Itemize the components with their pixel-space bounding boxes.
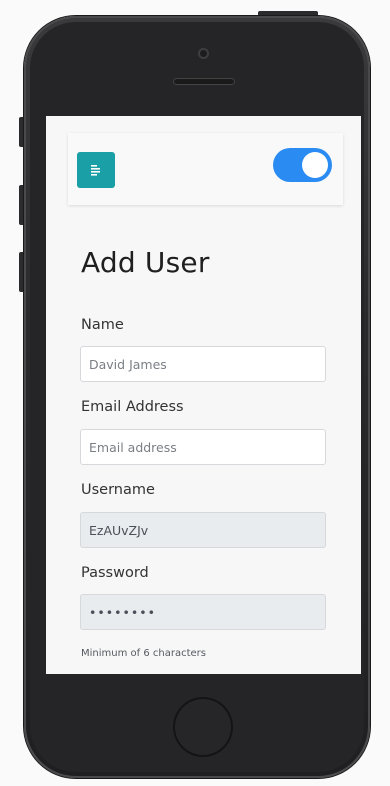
toggle-knob: [302, 152, 328, 178]
password-input[interactable]: [80, 594, 326, 630]
phone-speaker: [173, 78, 235, 85]
email-label: Email Address: [81, 399, 184, 415]
app-header: [68, 133, 343, 205]
theme-toggle[interactable]: [273, 148, 332, 182]
page-stage: Add User Name Email Address Username Pas…: [0, 0, 390, 786]
username-label: Username: [81, 482, 155, 498]
page-title: Add User: [81, 246, 210, 279]
name-input[interactable]: [80, 346, 326, 382]
menu-icon: [91, 165, 100, 176]
name-label: Name: [81, 317, 124, 333]
email-input[interactable]: [80, 429, 326, 465]
phone-screen: Add User Name Email Address Username Pas…: [46, 116, 361, 674]
username-input[interactable]: [80, 512, 326, 548]
phone-home-button: [173, 697, 233, 757]
menu-button[interactable]: [77, 152, 115, 188]
password-label: Password: [81, 565, 149, 581]
camera-icon: [198, 48, 209, 59]
password-help-text: Minimum of 6 characters: [81, 648, 206, 659]
